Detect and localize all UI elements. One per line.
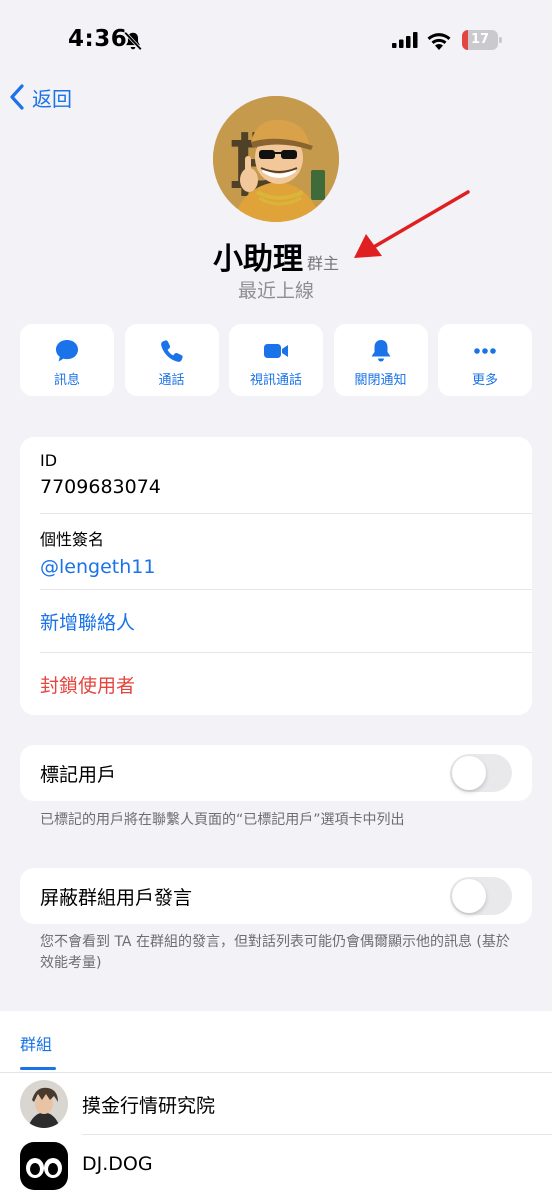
profile-name: 小助理: [212, 242, 303, 277]
mute-group-label: 屏蔽群組用戶發言: [40, 886, 193, 909]
last-seen-status: 最近上線: [237, 280, 314, 302]
more-icon: [474, 348, 496, 354]
bell-icon: [371, 340, 390, 362]
block-user-row[interactable]: 封鎖使用者: [40, 653, 532, 715]
group-name: DJ.DOG: [82, 1153, 153, 1175]
id-value: 7709683074: [40, 476, 161, 498]
call-button[interactable]: 通話: [124, 324, 219, 396]
back-label: 返回: [32, 86, 72, 111]
toggle-knob: [452, 879, 486, 913]
message-label: 訊息: [53, 373, 80, 388]
block-user-button[interactable]: 封鎖使用者: [40, 671, 532, 698]
id-caption: ID: [40, 451, 58, 470]
status-time: 4:36: [68, 26, 128, 52]
mute-notifications-label: 關閉通知: [354, 373, 407, 388]
role-badge: 群主: [306, 254, 339, 273]
call-label: 通話: [158, 373, 185, 388]
bio-link[interactable]: @lengeth11: [40, 556, 532, 578]
group-name: 摸金行情研究院: [82, 1095, 216, 1117]
mute-group-toggle[interactable]: [450, 877, 512, 915]
video-call-label: 視訊通話: [249, 373, 302, 388]
group-avatar: [20, 1080, 68, 1128]
phone-icon: [160, 340, 183, 362]
tab-groups[interactable]: 群組: [20, 1031, 52, 1055]
chevron-left-icon: [10, 84, 24, 110]
profile-avatar[interactable]: ₿: [213, 96, 339, 222]
add-contact-link[interactable]: 新增聯絡人: [40, 608, 532, 635]
signal-icon: [392, 32, 418, 48]
bell-off-icon: [124, 31, 142, 51]
id-row[interactable]: ID 7709683074: [40, 451, 532, 514]
tab-underline: [20, 1067, 56, 1070]
add-contact-row[interactable]: 新增聯絡人: [40, 590, 532, 653]
groups-panel: 群組 摸金行情研究院 DJ.DOG: [0, 1011, 552, 1200]
group-item-2[interactable]: DJ.DOG: [0, 1135, 552, 1197]
group-item-1[interactable]: 摸金行情研究院: [0, 1073, 552, 1135]
video-call-button[interactable]: 視訊通話: [229, 324, 323, 396]
bio-row[interactable]: 個性簽名 @lengeth11: [40, 514, 532, 590]
group-avatar: [20, 1142, 68, 1190]
info-card: ID 7709683074 個性簽名 @lengeth11 新增聯絡人 封鎖使用…: [20, 437, 532, 715]
mute-group-note: 您不會看到 TA 在群組的發言，但對話列表可能仍會偶爾顯示他的訊息 (基於效能考…: [40, 934, 510, 971]
mark-user-label: 標記用戶: [40, 763, 117, 786]
battery-icon: 17: [462, 30, 502, 50]
bio-caption: 個性簽名: [40, 530, 105, 549]
mark-user-row: 標記用戶: [20, 745, 532, 801]
mute-notifications-button[interactable]: 關閉通知: [333, 324, 428, 396]
message-button[interactable]: 訊息: [20, 324, 114, 396]
mark-user-note: 已標記的用戶將在聯繫人頁面的“已標記用戶”選項卡中列出: [40, 812, 405, 828]
more-label: 更多: [471, 373, 498, 388]
back-button[interactable]: 返回: [8, 80, 72, 114]
toggle-knob: [452, 756, 486, 790]
annotation-arrow: [354, 190, 470, 258]
mute-group-row: 屏蔽群組用戶發言: [20, 868, 532, 924]
video-icon: [264, 344, 288, 358]
status-bar: 4:36 17: [0, 0, 552, 80]
more-button[interactable]: 更多: [438, 324, 532, 396]
wifi-icon: [427, 33, 451, 50]
battery-level: 17: [470, 32, 490, 47]
mark-user-toggle[interactable]: [450, 754, 512, 792]
message-icon: [56, 340, 78, 362]
action-bar: 訊息 通話 視訊通話 關閉通知 更多: [20, 324, 532, 396]
